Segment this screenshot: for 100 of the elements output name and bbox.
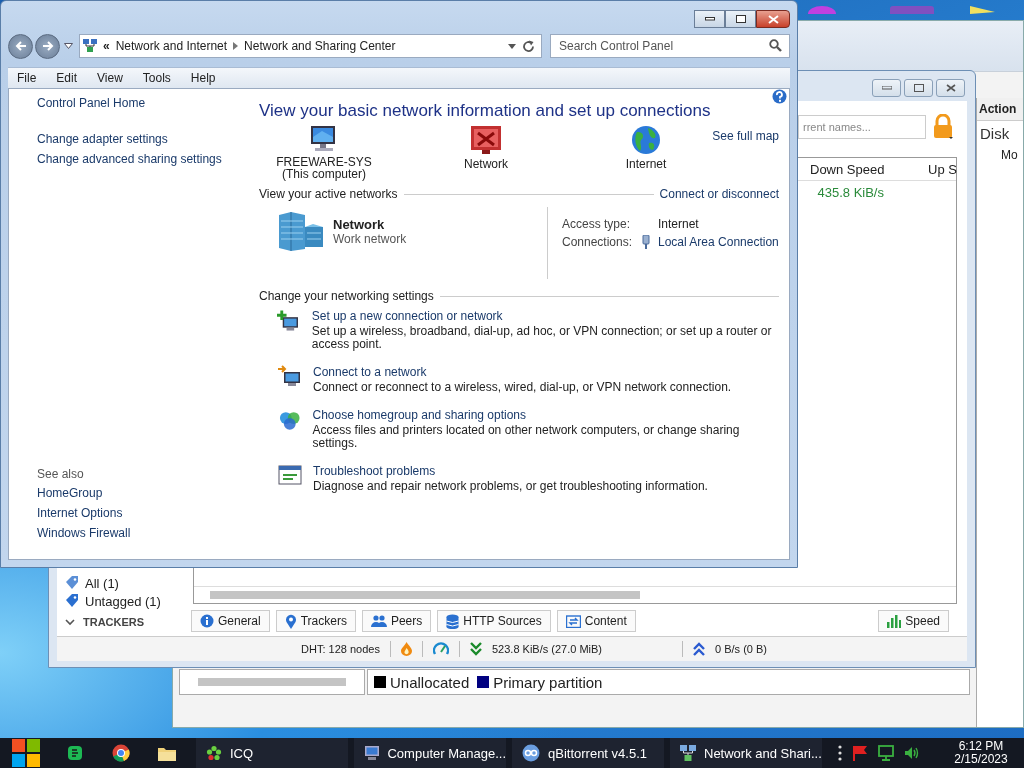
globe-icon [631,125,661,155]
close-button[interactable] [756,10,790,28]
map-node-name[interactable]: Network [464,158,508,170]
connect-network-icon [277,365,303,389]
page-heading: View your basic network information and set up connections [259,101,712,121]
breadcrumb-item[interactable]: Network and Sharing Center [244,39,396,53]
column-header[interactable]: Down Speed [810,161,928,177]
close-icon [945,84,956,92]
horizontal-scrollbar[interactable] [179,669,365,695]
overflow-dots-icon[interactable] [838,745,842,761]
map-node-name[interactable]: Internet [625,158,667,170]
clock-date: 2/15/2023 [954,753,1008,766]
menu-item[interactable]: File [8,71,47,85]
clock[interactable]: 6:12 PM 2/15/2023 [938,740,1024,766]
speaker-icon[interactable] [904,746,920,760]
tab[interactable]: Content [556,610,636,632]
taskbar-window-button[interactable]: ICQ [196,738,348,768]
filter-item[interactable]: All (1) [61,574,191,592]
flag-icon[interactable] [852,745,868,761]
arrow-right-icon [41,41,54,51]
bar-chart-icon [887,614,902,628]
see-full-map-link[interactable]: See full map [712,129,779,143]
table-cell: 435.8 KiB/s [817,184,884,200]
connect-or-disconnect-link[interactable]: Connect or disconnect [659,187,779,201]
filter-item[interactable]: Untagged (1) [61,592,191,610]
tab[interactable]: Peers [361,610,432,632]
tag-icon [65,576,79,590]
browser-icon [112,744,130,762]
close-icon [767,14,779,24]
map-node-name[interactable]: FREEWARE-SYS [276,156,372,168]
menu-item[interactable]: View [87,71,133,85]
dht-status: DHT: 128 nodes [301,643,380,655]
column-header[interactable]: Up S [928,161,956,177]
speed-tab[interactable]: Speed [878,610,949,632]
troubleshoot-icon [277,464,303,488]
legend-label: Unallocated [390,673,470,691]
actions-header: Action [977,98,1023,121]
menu-item[interactable]: Help [180,71,226,85]
network-icon [470,125,502,155]
network-name: Network [333,217,386,232]
breadcrumb-item[interactable]: Network and Internet [115,39,228,53]
info-icon [200,614,214,628]
search-icon[interactable] [769,39,782,52]
filter-label: All (1) [85,575,119,591]
sidebar-link[interactable]: Change adapter settings [37,133,237,145]
menu-item[interactable]: Tools [132,71,181,85]
close-button[interactable] [936,79,965,97]
action-item[interactable]: Disk [977,121,1023,146]
computer-icon [364,745,380,761]
minimize-icon [704,17,715,21]
action-item[interactable]: Mo [977,146,1023,162]
tab[interactable]: General [191,610,270,632]
task-link[interactable]: Troubleshoot problems [313,464,708,478]
task-link[interactable]: Connect to a network [313,365,732,379]
network-cable-icon [642,235,650,249]
see-also-heading: See also [37,467,85,481]
taskbar-window-button[interactable]: Network and Shari... [670,738,822,768]
taskbar-window-button[interactable]: qBittorrent v4.5.1 [512,738,664,768]
task-link[interactable]: Choose homegroup and sharing options [312,408,779,422]
minimize-button[interactable] [694,10,725,28]
sidebar-link[interactable]: Internet Options [37,507,237,519]
monitor-icon[interactable] [878,745,894,761]
section-heading: View your active networks [259,187,398,201]
network-type-link[interactable]: Work network [333,232,407,246]
menu-item[interactable]: Edit [46,71,88,85]
filter-label: Untagged (1) [85,593,161,609]
tag-icon [65,594,79,608]
search-field[interactable]: rrent names... [798,115,926,139]
network-icon [680,745,696,761]
refresh-icon[interactable] [522,39,535,53]
sidebar-link[interactable]: HomeGroup [37,487,237,499]
breadcrumb-overflow[interactable]: « [103,39,110,53]
map-node-subtitle: (This computer) [282,168,366,180]
taskbar-window-button[interactable]: Computer Manage... [354,738,506,768]
maximize-button[interactable] [725,10,756,28]
help-icon[interactable] [772,89,787,104]
connection-link[interactable]: Local Area Connection [658,235,779,249]
tab[interactable]: Trackers [275,610,356,632]
task-link[interactable]: Set up a new connection or network [311,309,779,323]
download-arrows-icon [469,642,482,656]
maximize-icon [913,84,924,92]
forward-button[interactable] [35,33,60,59]
sidebar-link[interactable]: Change advanced sharing settings [37,153,237,165]
back-button[interactable] [8,33,33,59]
sidebar-link[interactable]: Control Panel Home [37,97,237,109]
sidebar-link[interactable]: Windows Firewall [37,527,237,539]
location-pin-icon [284,613,297,629]
section-header[interactable]: TRACKERS [61,610,191,634]
maximize-button[interactable] [904,79,933,97]
address-bar[interactable]: « Network and Internet Network and Sharing Center [79,34,542,58]
dropdown-caret-icon[interactable] [64,43,73,49]
task-description: Access files and printers located on other network computers, or change sharing settings. [312,424,741,450]
chat-bubble-icon [67,745,83,761]
tab[interactable]: HTTP Sources [437,610,551,632]
search-field[interactable]: Search Control Panel [550,34,790,58]
field-label: Connections: [562,235,634,249]
flower-icon [206,745,222,761]
field-label: Access type: [562,217,632,231]
dropdown-caret-icon[interactable] [508,43,516,49]
clock-time: 6:12 PM [958,740,1004,753]
